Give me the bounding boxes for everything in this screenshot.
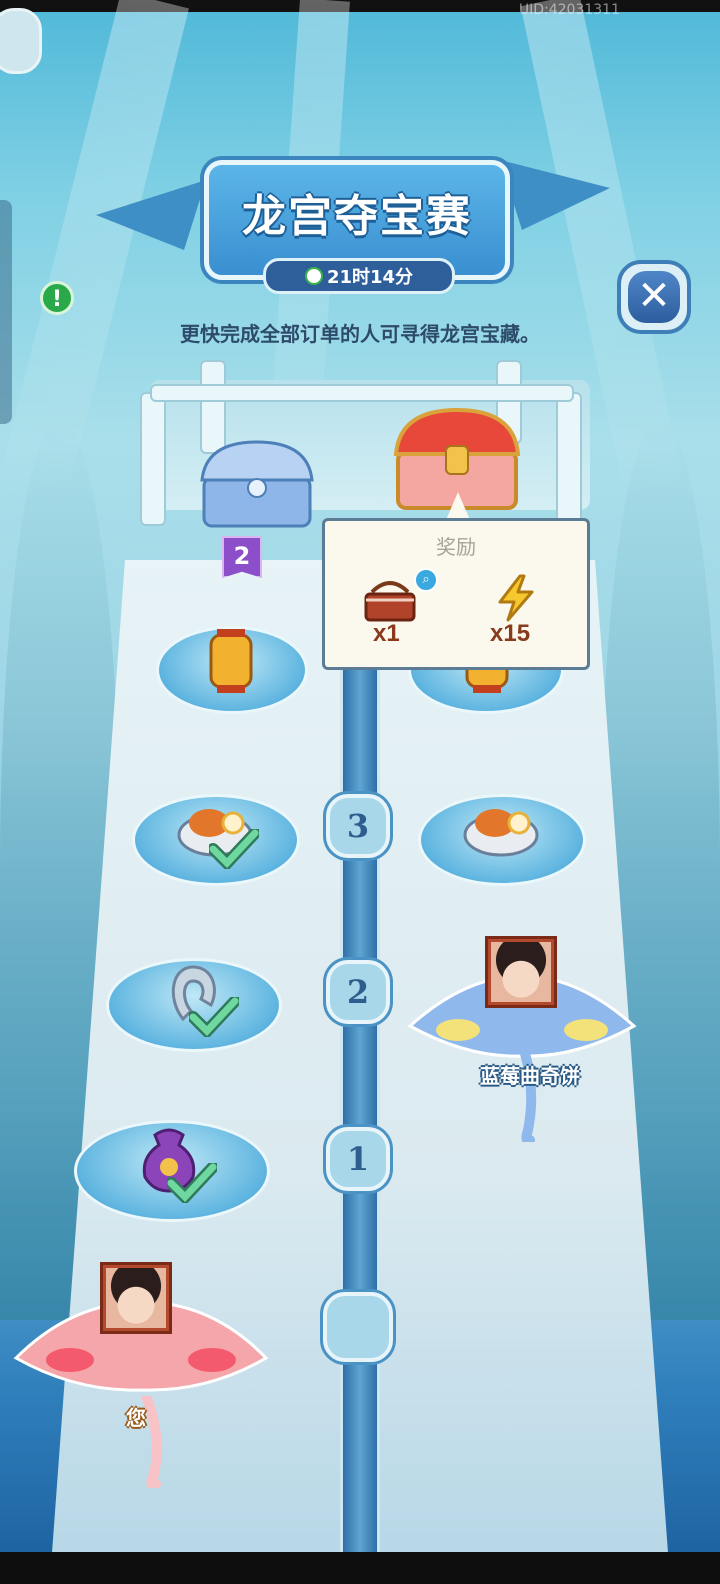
timer-text: 21时14分 xyxy=(326,267,414,288)
magnify-icon[interactable]: ⌕ xyxy=(414,568,438,592)
opponent-avatar[interactable] xyxy=(485,936,557,1008)
side-panel-handle[interactable] xyxy=(0,200,12,424)
info-icon[interactable]: ! xyxy=(40,281,74,315)
order-shell xyxy=(74,1120,270,1222)
rail-bar xyxy=(150,384,574,402)
progress-track xyxy=(340,520,380,1584)
clock-icon xyxy=(304,267,323,285)
close-icon: ✕ xyxy=(628,271,680,323)
energy-bolt-icon xyxy=(498,574,534,622)
lantern-icon xyxy=(209,629,253,693)
picnic-basket-icon[interactable] xyxy=(362,578,418,622)
event-timer: 21时14分 xyxy=(263,258,455,294)
reward-qty: x1 xyxy=(373,620,400,647)
order-shell xyxy=(106,958,282,1052)
order-shell xyxy=(418,794,586,886)
rail-post xyxy=(140,392,166,526)
bottom-bar xyxy=(0,1552,720,1584)
popup-pointer xyxy=(446,492,470,520)
order-shell xyxy=(156,626,308,714)
reward-qty: x15 xyxy=(490,620,531,647)
check-icon xyxy=(167,1163,217,1203)
chicken-rice-bowl-icon xyxy=(463,809,539,857)
check-icon xyxy=(189,997,239,1037)
track-node-start xyxy=(323,1292,393,1362)
self-avatar[interactable] xyxy=(100,1262,172,1334)
event-description: 更快完成全部订单的人可寻得龙宫宝藏。 xyxy=(180,322,540,346)
blue-chest-icon[interactable] xyxy=(198,438,316,530)
reward-popup-title: 奖励 xyxy=(436,535,476,559)
check-icon xyxy=(209,829,259,869)
track-node-1: 1 xyxy=(326,1127,390,1191)
player-avatar[interactable] xyxy=(0,8,42,74)
self-name: 您 xyxy=(126,1406,146,1430)
order-shell xyxy=(132,794,300,886)
event-title: 龙宫夺宝赛 xyxy=(242,191,472,242)
rail-post xyxy=(556,392,582,526)
opponent-name: 蓝莓曲奇饼 xyxy=(480,1064,580,1088)
track-node-2: 2 xyxy=(326,960,390,1024)
track-node-3: 3 xyxy=(326,794,390,858)
